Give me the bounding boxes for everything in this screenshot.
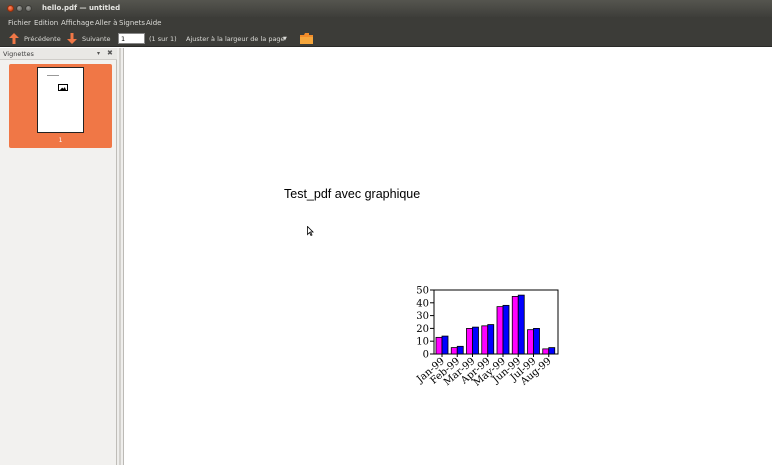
window-maximize-button[interactable] [25, 5, 32, 12]
menu-edition[interactable]: Edition [34, 19, 58, 27]
chart-bar [466, 328, 473, 355]
title-bar: hello.pdf — untitled [0, 0, 772, 17]
splitter-grip [119, 48, 121, 465]
chart-bar [542, 348, 550, 355]
menu-aller-a[interactable]: Aller à [95, 19, 117, 27]
dropdown-icon[interactable]: ▾ [97, 50, 100, 57]
document-view[interactable]: Test_pdf avec graphique 0 10 20 30 40 50 Jan-… [125, 48, 772, 465]
chart-bar [511, 295, 519, 355]
menu-bar: Fichier Edition Affichage Aller à Signet… [0, 17, 772, 30]
chart-bar [472, 326, 479, 355]
arrow-down-icon[interactable] [67, 33, 77, 44]
sidebar: Vignettes ▾ ✖ 1 [0, 48, 117, 465]
thumbnail-page [37, 67, 84, 133]
menu-affichage[interactable]: Affichage [61, 19, 94, 27]
chart-bar [481, 325, 489, 355]
page-thumbnail[interactable]: 1 [9, 64, 112, 148]
thumbnail-page-number: 1 [58, 137, 63, 144]
arrow-up-icon[interactable] [9, 33, 19, 44]
y-tick-label: 0 [423, 350, 429, 361]
document-heading: Test_pdf avec graphique [284, 187, 421, 201]
chart-bar [450, 347, 458, 355]
chart-bar [548, 347, 556, 355]
chart-bar [496, 306, 504, 355]
menu-signets[interactable]: Signets [119, 19, 145, 27]
mouse-cursor-icon [307, 226, 314, 236]
chart-bar [517, 294, 525, 355]
sidebar-header: Vignettes ▾ ✖ [0, 48, 117, 60]
chart-bar [527, 329, 534, 355]
menu-fichier[interactable]: Fichier [8, 19, 31, 27]
chart-bar [441, 335, 449, 355]
menu-aide[interactable]: Aide [146, 19, 161, 27]
zoom-select[interactable]: Ajuster à la largeur de la page [186, 35, 285, 43]
thumbnail-image-icon [58, 84, 68, 91]
folder-icon[interactable] [300, 33, 313, 44]
chart-bar [456, 345, 464, 355]
thumbnail-text-line [47, 75, 59, 76]
chart-bar [533, 328, 540, 355]
window-minimize-button[interactable] [16, 5, 23, 12]
toolbar: Précédente Suivante (1 sur 1) Ajuster à … [0, 30, 772, 47]
window-title: hello.pdf — untitled [42, 4, 121, 12]
window-close-button[interactable] [7, 5, 14, 12]
close-icon[interactable]: ✖ [107, 49, 113, 57]
page-number-input[interactable] [118, 33, 145, 44]
page-count-label: (1 sur 1) [149, 35, 177, 43]
chart-bar [487, 324, 495, 355]
next-page-button[interactable]: Suivante [82, 35, 111, 43]
y-tick-label: 50 [416, 286, 429, 297]
sidebar-splitter[interactable] [117, 48, 124, 465]
y-tick-label: 20 [416, 324, 429, 335]
y-tick-label: 30 [416, 311, 429, 322]
previous-page-button[interactable]: Précédente [24, 35, 61, 43]
y-tick-label: 10 [416, 337, 429, 348]
chart-bar [502, 304, 510, 355]
chart-bar [435, 336, 443, 355]
bar-chart: 01020304050 Jan-99Feb-99Mar-99Apr-99May-… [414, 286, 559, 389]
sidebar-title: Vignettes [3, 50, 34, 58]
chevron-down-icon[interactable]: ▼ [283, 36, 287, 42]
y-tick-label: 40 [416, 298, 429, 309]
